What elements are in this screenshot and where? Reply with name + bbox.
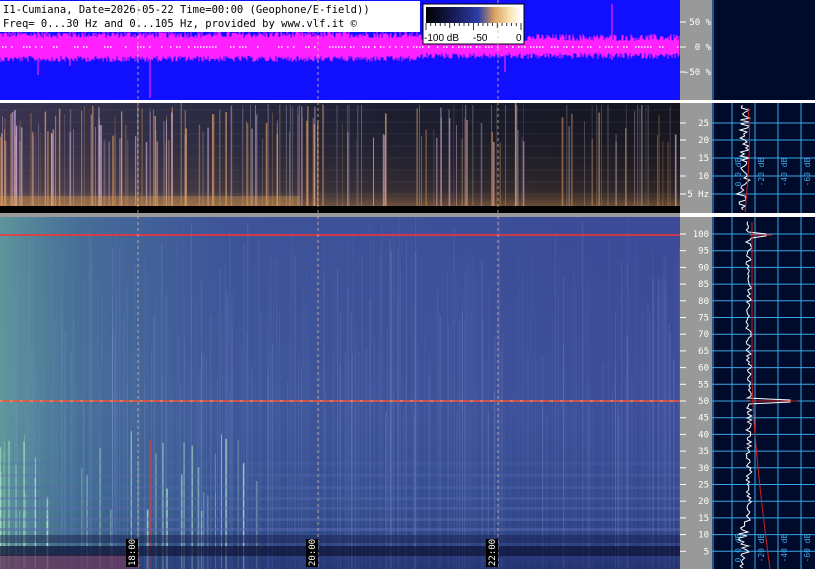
lower-label: 35: [698, 447, 709, 457]
lower-spectrum-label-20db: -20 dB: [757, 533, 766, 562]
upper-label-5: 5 Hz: [687, 190, 709, 200]
amplitude-label-50: 50 %: [689, 18, 711, 28]
lower-label: 90: [698, 263, 709, 273]
upper-spectrogram-glow: [0, 103, 680, 213]
lower-label: 100: [693, 230, 709, 240]
upper-spectrum-label-40db: -40 dB: [780, 157, 789, 186]
upper-label-15: 15: [698, 154, 709, 164]
header-title: I1-Cumiana, Date=2026-05-22 Time=00:00 (…: [3, 4, 370, 16]
upper-spectrum-label-20db: -20 dB: [757, 157, 766, 186]
colorbar-label-max: 0: [516, 33, 522, 44]
upper-spectrum-label-60db: -60 dB: [803, 157, 812, 186]
lower-label: 75: [698, 314, 709, 324]
vlf-monitor-screen: 50 % 0 % -50 % I1-Cumiana, Date=2026-05-…: [0, 0, 815, 569]
lower-label: 25: [698, 481, 709, 491]
separator-gray: [0, 213, 680, 217]
time-label-2000: 20:00: [308, 539, 318, 566]
lower-label: 85: [698, 280, 709, 290]
header-frequency: Freq= 0...30 Hz and 0...105 Hz, provided…: [3, 18, 358, 30]
upper-spectrum-label-0db: 0.0 dB: [734, 157, 743, 186]
lower-label: 40: [698, 430, 709, 440]
amplitude-label-minus50: -50 %: [684, 68, 712, 78]
lower-label: 65: [698, 347, 709, 357]
lower-label: 55: [698, 380, 709, 390]
separator-top: [0, 100, 815, 103]
lower-spectrum-label-40db: -40 dB: [780, 533, 789, 562]
time-label-2200: 22:00: [488, 539, 498, 566]
colorbar-label-min: -100 dB: [424, 33, 459, 44]
lower-label: 15: [698, 514, 709, 524]
upper-label-10: 10: [698, 172, 709, 182]
lower-label: 30: [698, 464, 709, 474]
lower-label: 50: [698, 397, 709, 407]
upper-spectrogram-bottom-band: [0, 206, 680, 213]
lower-label: 70: [698, 330, 709, 340]
upper-label-20: 20: [698, 136, 709, 146]
colorbar-label-mid: -50: [473, 33, 488, 44]
amplitude-side-panel: [712, 0, 815, 100]
lower-label: 45: [698, 414, 709, 424]
lower-label: 10: [698, 531, 709, 541]
colorbar-gradient: [426, 7, 521, 23]
lower-label: 5: [704, 547, 709, 557]
lower-label: 60: [698, 364, 709, 374]
time-label-1800: 18:00: [128, 539, 138, 566]
amplitude-label-0: 0 %: [695, 43, 712, 53]
upper-label-25: 25: [698, 119, 709, 129]
lower-spectrum-label-60db: -60 dB: [803, 533, 812, 562]
lower-label: 95: [698, 247, 709, 257]
lower-label: 20: [698, 497, 709, 507]
vlf-display: 50 % 0 % -50 % I1-Cumiana, Date=2026-05-…: [0, 0, 815, 569]
lower-label: 80: [698, 297, 709, 307]
